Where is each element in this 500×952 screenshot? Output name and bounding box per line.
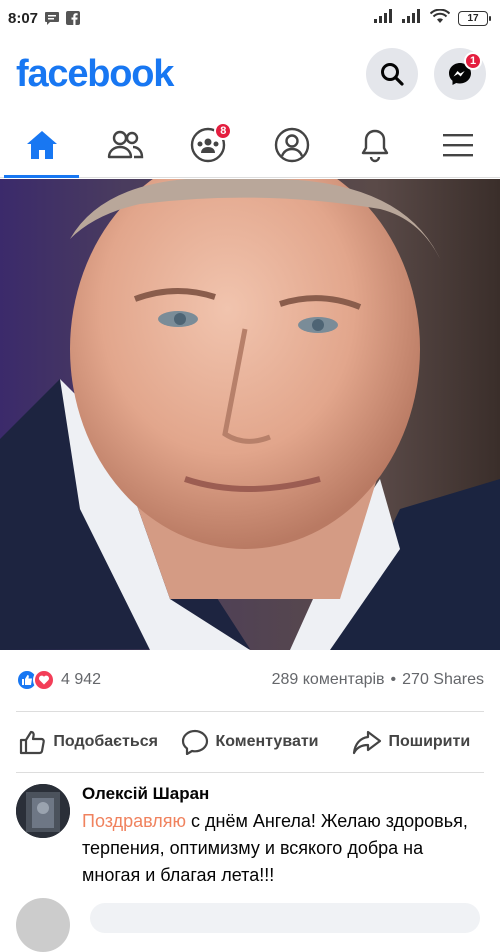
menu-icon bbox=[443, 133, 474, 156]
tab-groups[interactable]: 8 bbox=[167, 112, 250, 177]
comment-text: Поздравляю с днём Ангела! Желаю здоровья… bbox=[82, 808, 486, 889]
signal-icon-2 bbox=[402, 9, 422, 27]
chat-notification-icon bbox=[44, 11, 60, 25]
tab-home[interactable] bbox=[0, 112, 83, 178]
reaction-count[interactable]: 4 942 bbox=[61, 671, 101, 689]
like-label: Подобається bbox=[53, 733, 158, 750]
friends-icon bbox=[107, 130, 144, 158]
avatar[interactable] bbox=[16, 784, 70, 838]
comment-label: Коментувати bbox=[215, 733, 319, 750]
facebook-logo[interactable]: facebook bbox=[16, 53, 174, 96]
portrait-image bbox=[0, 179, 500, 650]
comment-item: Олексій Шаран Поздравляю с днём Ангела! … bbox=[16, 784, 486, 889]
tab-profile[interactable] bbox=[250, 112, 333, 177]
comment-author[interactable]: Олексій Шаран bbox=[82, 784, 486, 804]
status-time: 8:07 bbox=[8, 9, 39, 27]
messenger-badge: 1 bbox=[464, 52, 482, 70]
wifi-icon bbox=[429, 8, 451, 28]
tab-menu[interactable] bbox=[417, 112, 500, 177]
tab-notifications[interactable] bbox=[333, 112, 416, 177]
app-header: facebook 1 bbox=[0, 36, 500, 112]
battery-icon: 17 bbox=[458, 10, 491, 26]
search-icon bbox=[381, 63, 404, 86]
share-button[interactable]: Поширити bbox=[331, 729, 492, 755]
share-label: Поширити bbox=[388, 733, 471, 750]
thumbs-up-icon bbox=[20, 730, 46, 755]
groups-badge: 8 bbox=[214, 122, 233, 140]
nav-tabs: 8 bbox=[0, 112, 500, 178]
search-button[interactable] bbox=[366, 48, 418, 100]
tab-friends[interactable] bbox=[83, 112, 166, 177]
status-bar: 8:07 17 bbox=[0, 0, 500, 36]
post-photo[interactable] bbox=[0, 179, 500, 650]
reaction-icons[interactable] bbox=[16, 669, 55, 691]
next-comment-bubble bbox=[90, 903, 480, 933]
messenger-button[interactable]: 1 bbox=[434, 48, 486, 100]
comment-button[interactable]: Коментувати bbox=[169, 729, 330, 755]
bell-icon bbox=[361, 129, 389, 162]
stat-separator: • bbox=[390, 671, 397, 688]
comments-count[interactable]: 289 коментарів bbox=[272, 671, 385, 689]
love-reaction-icon bbox=[33, 669, 55, 691]
reactions-bar: 4 942 289 коментарів • 270 Shares bbox=[0, 650, 500, 710]
home-icon bbox=[26, 130, 57, 159]
divider bbox=[16, 772, 484, 773]
next-comment-avatar bbox=[16, 898, 70, 952]
comment-tag[interactable]: Поздравляю bbox=[82, 811, 186, 831]
comment-icon bbox=[182, 729, 209, 755]
like-button[interactable]: Подобається bbox=[8, 729, 169, 755]
facebook-notification-icon bbox=[66, 11, 82, 25]
share-icon bbox=[353, 730, 382, 755]
shares-count[interactable]: 270 Shares bbox=[402, 671, 484, 689]
post-actions: Подобається Коментувати Поширити bbox=[0, 712, 500, 772]
signal-icon bbox=[374, 9, 394, 27]
profile-icon bbox=[274, 127, 309, 162]
